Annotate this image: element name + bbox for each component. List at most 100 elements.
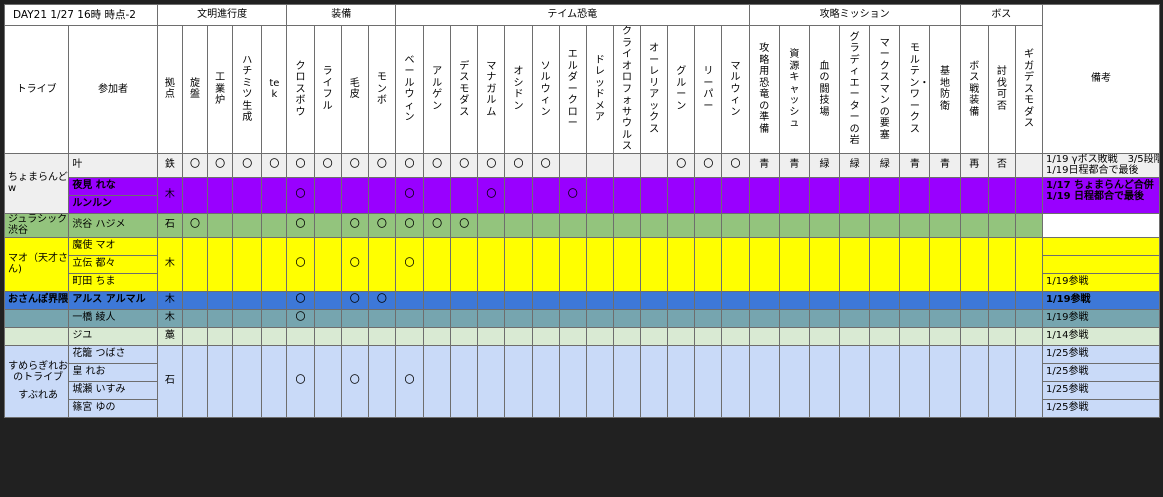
status-cell[interactable]: 木 xyxy=(156,236,183,292)
status-cell[interactable]: 緑 xyxy=(869,152,901,178)
member-name[interactable]: 皇 れお xyxy=(68,362,158,382)
status-cell[interactable] xyxy=(340,176,369,214)
status-cell[interactable] xyxy=(748,236,780,292)
status-cell[interactable] xyxy=(477,212,506,238)
status-cell[interactable] xyxy=(640,308,669,328)
status-cell[interactable] xyxy=(585,290,614,310)
status-cell[interactable] xyxy=(929,344,961,418)
note-cell[interactable] xyxy=(1042,212,1160,238)
member-name[interactable]: 町田 ちま xyxy=(68,272,158,292)
note-cell[interactable] xyxy=(1042,236,1160,256)
status-cell[interactable] xyxy=(181,308,209,328)
status-cell[interactable] xyxy=(748,176,780,214)
status-cell[interactable] xyxy=(748,308,780,328)
status-cell[interactable]: 緑 xyxy=(808,152,841,178)
status-cell[interactable]: 木 xyxy=(156,176,183,214)
status-cell[interactable] xyxy=(261,236,288,292)
status-cell[interactable]: 石 xyxy=(156,212,183,238)
note-cell[interactable]: 1/17 ちょまらんど合併 1/19 日程都合で最後 xyxy=(1042,176,1160,214)
status-cell[interactable] xyxy=(531,236,560,292)
status-cell[interactable] xyxy=(232,344,263,418)
status-cell[interactable] xyxy=(808,236,841,292)
status-cell[interactable]: 〇 xyxy=(286,212,315,238)
note-cell[interactable]: 1/14参戦 xyxy=(1042,326,1160,346)
status-cell[interactable]: 〇 xyxy=(313,152,342,178)
status-cell[interactable] xyxy=(450,236,479,292)
status-cell[interactable] xyxy=(1014,236,1044,292)
status-cell[interactable] xyxy=(181,176,209,214)
status-cell[interactable] xyxy=(181,236,209,292)
status-cell[interactable] xyxy=(778,176,810,214)
status-cell[interactable] xyxy=(504,176,533,214)
status-cell[interactable] xyxy=(1014,152,1044,178)
status-cell[interactable]: 木 xyxy=(156,308,183,328)
status-cell[interactable] xyxy=(313,176,342,214)
status-cell[interactable] xyxy=(987,308,1016,328)
status-cell[interactable] xyxy=(778,236,810,292)
status-cell[interactable]: 〇 xyxy=(340,236,369,292)
status-cell[interactable]: 〇 xyxy=(340,152,369,178)
note-cell[interactable]: 1/25参戦 xyxy=(1042,344,1160,364)
status-cell[interactable] xyxy=(558,152,587,178)
status-cell[interactable] xyxy=(721,326,750,346)
status-cell[interactable] xyxy=(640,236,669,292)
status-cell[interactable] xyxy=(585,344,614,418)
status-cell[interactable] xyxy=(748,344,780,418)
status-cell[interactable] xyxy=(778,326,810,346)
status-cell[interactable] xyxy=(531,176,560,214)
status-cell[interactable] xyxy=(531,326,560,346)
status-cell[interactable] xyxy=(340,326,369,346)
status-cell[interactable] xyxy=(721,344,750,418)
status-cell[interactable] xyxy=(558,344,587,418)
status-cell[interactable] xyxy=(450,326,479,346)
status-cell[interactable] xyxy=(450,344,479,418)
status-cell[interactable] xyxy=(667,308,696,328)
status-cell[interactable] xyxy=(313,290,342,310)
status-cell[interactable] xyxy=(423,236,452,292)
status-cell[interactable] xyxy=(261,326,288,346)
status-cell[interactable] xyxy=(640,326,669,346)
status-cell[interactable] xyxy=(504,326,533,346)
status-cell[interactable] xyxy=(612,212,642,238)
status-cell[interactable] xyxy=(477,344,506,418)
status-cell[interactable] xyxy=(206,344,234,418)
status-cell[interactable]: 〇 xyxy=(504,152,533,178)
status-cell[interactable] xyxy=(839,236,871,292)
note-cell[interactable]: 1/19参戦 xyxy=(1042,290,1160,310)
member-name[interactable]: ルンルン xyxy=(68,194,158,214)
status-cell[interactable] xyxy=(869,212,901,238)
status-cell[interactable] xyxy=(531,344,560,418)
status-cell[interactable]: 〇 xyxy=(261,152,288,178)
status-cell[interactable] xyxy=(899,176,931,214)
status-cell[interactable] xyxy=(1014,176,1044,214)
status-cell[interactable] xyxy=(899,326,931,346)
member-name[interactable]: 花籠 つばさ xyxy=(68,344,158,364)
status-cell[interactable] xyxy=(987,176,1016,214)
status-cell[interactable] xyxy=(929,290,961,310)
status-cell[interactable] xyxy=(313,344,342,418)
status-cell[interactable]: 緑 xyxy=(839,152,871,178)
status-cell[interactable] xyxy=(477,308,506,328)
status-cell[interactable]: 青 xyxy=(748,152,780,178)
status-cell[interactable]: 〇 xyxy=(286,308,315,328)
status-cell[interactable] xyxy=(206,236,234,292)
status-cell[interactable]: 〇 xyxy=(394,236,425,292)
status-cell[interactable] xyxy=(808,308,841,328)
status-cell[interactable] xyxy=(206,326,234,346)
status-cell[interactable] xyxy=(839,290,871,310)
status-cell[interactable] xyxy=(585,212,614,238)
status-cell[interactable] xyxy=(367,344,396,418)
status-cell[interactable] xyxy=(929,308,961,328)
status-cell[interactable] xyxy=(987,236,1016,292)
status-cell[interactable] xyxy=(612,176,642,214)
status-cell[interactable] xyxy=(477,290,506,310)
status-cell[interactable] xyxy=(640,344,669,418)
status-cell[interactable] xyxy=(640,152,669,178)
member-name[interactable]: ジユ xyxy=(68,326,158,346)
note-cell[interactable]: 1/25参戦 xyxy=(1042,398,1160,418)
status-cell[interactable] xyxy=(394,290,425,310)
status-cell[interactable] xyxy=(504,344,533,418)
status-cell[interactable] xyxy=(839,308,871,328)
status-cell[interactable] xyxy=(808,212,841,238)
status-cell[interactable]: 藁 xyxy=(156,326,183,346)
